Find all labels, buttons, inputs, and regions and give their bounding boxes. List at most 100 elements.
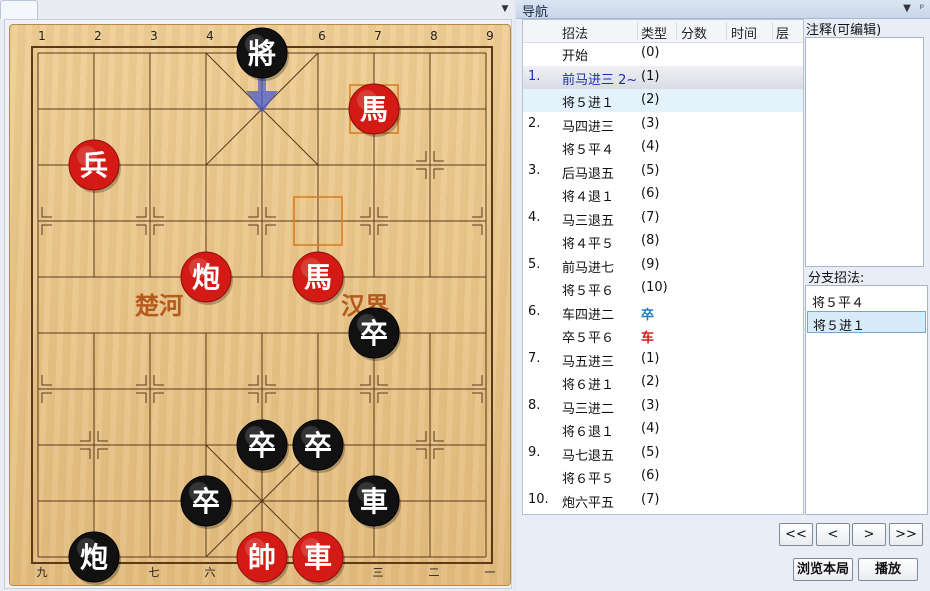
column-header-type[interactable]: 类型 bbox=[641, 23, 667, 42]
file-label-bottom: 三 bbox=[373, 566, 384, 579]
move-text: 将５进１ bbox=[562, 96, 615, 111]
move-type: (2) bbox=[641, 374, 660, 389]
move-row[interactable]: 4. 马三退五 (7) bbox=[523, 207, 803, 230]
branch-item[interactable]: 将５平４ bbox=[807, 289, 926, 311]
move-number: 4. bbox=[528, 209, 541, 225]
branch-label: 分支招法: bbox=[808, 271, 865, 286]
move-row[interactable]: 将６退１ (4) bbox=[523, 418, 803, 441]
move-number: 10. bbox=[528, 491, 549, 507]
move-type: (10) bbox=[641, 280, 668, 295]
move-row[interactable]: 将６平５ (6) bbox=[523, 465, 803, 488]
dropdown-arrow-icon[interactable]: ▼ bbox=[900, 1, 914, 17]
notes-label: 注释(可编辑) bbox=[806, 23, 882, 38]
move-text: 后马退五 bbox=[562, 166, 615, 182]
position-marker bbox=[377, 207, 388, 218]
move-row[interactable]: 1. 前马进三 2~ (1) bbox=[523, 65, 803, 89]
piece-black-general[interactable]: 將 bbox=[236, 27, 289, 81]
file-label-bottom: 六 bbox=[205, 566, 216, 579]
piece-char: 卒 bbox=[192, 485, 220, 518]
dropdown-arrow-icon[interactable]: ▼ bbox=[498, 2, 512, 16]
move-text: 马五进三 bbox=[562, 354, 615, 370]
first-move-button[interactable]: << bbox=[779, 523, 813, 546]
move-row[interactable]: 开始 (0) bbox=[523, 42, 803, 65]
column-header-time[interactable]: 时间 bbox=[731, 23, 757, 42]
board-canvas[interactable]: 123456789九八七六五四三二一楚河汉界將馬兵炮馬卒卒卒卒車炮帥車 bbox=[9, 24, 511, 586]
piece-char: 馬 bbox=[360, 93, 388, 126]
piece-red-horse-2[interactable]: 馬 bbox=[292, 251, 345, 305]
move-row[interactable]: 6. 车四进二 卒 bbox=[523, 301, 803, 324]
position-marker bbox=[416, 151, 427, 162]
move-row[interactable]: 将６进１ (2) bbox=[523, 371, 803, 394]
move-row[interactable]: 卒５平６ 车 bbox=[523, 324, 803, 347]
move-row[interactable]: 10. 炮六平五 (7) bbox=[523, 489, 803, 512]
pin-icon[interactable]: ᵖ bbox=[915, 1, 929, 17]
piece-black-soldier-4[interactable]: 卒 bbox=[180, 475, 233, 529]
piece-char: 將 bbox=[248, 37, 276, 70]
move-row[interactable]: 5. 前马进七 (9) bbox=[523, 254, 803, 277]
piece-black-chariot[interactable]: 車 bbox=[348, 475, 401, 529]
notes-textarea[interactable] bbox=[805, 37, 924, 267]
move-row[interactable]: 将５平４ (4) bbox=[523, 136, 803, 159]
piece-black-soldier-1[interactable]: 卒 bbox=[348, 307, 401, 361]
move-row[interactable]: 9. 马七退五 (5) bbox=[523, 442, 803, 465]
position-marker bbox=[41, 224, 52, 235]
move-text: 将５平４ bbox=[562, 143, 615, 158]
position-marker bbox=[265, 224, 276, 235]
board-frame: 123456789九八七六五四三二一楚河汉界將馬兵炮馬卒卒卒卒車炮帥車 bbox=[4, 19, 512, 589]
column-header-layer[interactable]: 层 bbox=[776, 23, 789, 42]
piece-black-soldier-3[interactable]: 卒 bbox=[292, 419, 345, 473]
piece-red-soldier[interactable]: 兵 bbox=[68, 139, 121, 193]
file-label-top: 2 bbox=[94, 29, 102, 43]
position-marker bbox=[248, 224, 259, 235]
position-marker bbox=[360, 375, 371, 386]
position-marker bbox=[248, 375, 259, 386]
nav-header: 导航 ▼ ᵖ bbox=[516, 0, 930, 20]
position-marker bbox=[265, 375, 276, 386]
move-list[interactable]: 招法 类型 分数 时间 层 开始 (0) 1. 前马进三 2~ (1) 将５进１ (2) 2.… bbox=[522, 19, 804, 515]
branch-list[interactable]: 将５平４ 将５进１ bbox=[805, 285, 928, 515]
piece-red-horse-1[interactable]: 馬 bbox=[348, 83, 401, 137]
next-move-button[interactable]: > bbox=[852, 523, 886, 546]
piece-red-chariot[interactable]: 車 bbox=[292, 531, 345, 585]
piece-black-soldier-2[interactable]: 卒 bbox=[236, 419, 289, 473]
position-marker bbox=[472, 207, 483, 218]
move-number: 8. bbox=[528, 397, 541, 413]
board-pane: ▼ 123456789九八七六五四三二一楚河汉界將馬兵炮馬卒卒卒卒車炮帥車 bbox=[0, 0, 514, 591]
file-label-top: 3 bbox=[150, 29, 158, 43]
move-row[interactable]: 将４平５ (8) bbox=[523, 230, 803, 253]
position-marker bbox=[377, 224, 388, 235]
prev-move-button[interactable]: < bbox=[816, 523, 850, 546]
move-row[interactable]: 将５平６ (10) bbox=[523, 277, 803, 300]
branch-item-selected[interactable]: 将５进１ bbox=[807, 311, 926, 334]
piece-char: 炮 bbox=[192, 261, 220, 294]
move-row[interactable]: 将４退１ (6) bbox=[523, 183, 803, 206]
move-type: (3) bbox=[641, 115, 660, 131]
browse-game-button[interactable]: 浏览本局 bbox=[793, 558, 853, 581]
move-row[interactable]: 将５进１ (2) bbox=[523, 89, 803, 112]
play-button[interactable]: 播放 bbox=[858, 558, 918, 581]
branch-item-label: 将５平４ bbox=[812, 296, 865, 311]
piece-red-cannon[interactable]: 炮 bbox=[180, 251, 233, 305]
piece-red-king[interactable]: 帥 bbox=[236, 531, 289, 585]
xiangqi-board[interactable]: 123456789九八七六五四三二一楚河汉界將馬兵炮馬卒卒卒卒車炮帥車 bbox=[9, 24, 511, 586]
column-header-move[interactable]: 招法 bbox=[562, 23, 588, 42]
move-type: (5) bbox=[641, 444, 660, 460]
board-tab[interactable] bbox=[0, 0, 38, 19]
move-type: (0) bbox=[641, 45, 660, 60]
piece-black-cannon[interactable]: 炮 bbox=[68, 531, 121, 585]
move-row[interactable]: 3. 后马退五 (5) bbox=[523, 160, 803, 183]
move-text: 将６退１ bbox=[562, 425, 615, 440]
column-header-score[interactable]: 分数 bbox=[681, 23, 707, 42]
piece-char: 車 bbox=[360, 485, 388, 518]
move-row[interactable]: 8. 马三进二 (3) bbox=[523, 395, 803, 418]
position-marker bbox=[41, 392, 52, 403]
move-row[interactable]: 2. 马四进三 (3) bbox=[523, 113, 803, 136]
position-marker bbox=[41, 207, 52, 218]
move-text: 将５平６ bbox=[562, 284, 615, 299]
last-move-button[interactable]: >> bbox=[889, 523, 923, 546]
move-type: (1) bbox=[641, 68, 660, 84]
position-marker bbox=[265, 392, 276, 403]
move-row[interactable]: 7. 马五进三 (1) bbox=[523, 348, 803, 371]
position-marker bbox=[136, 392, 147, 403]
move-type: 卒 bbox=[641, 307, 655, 323]
